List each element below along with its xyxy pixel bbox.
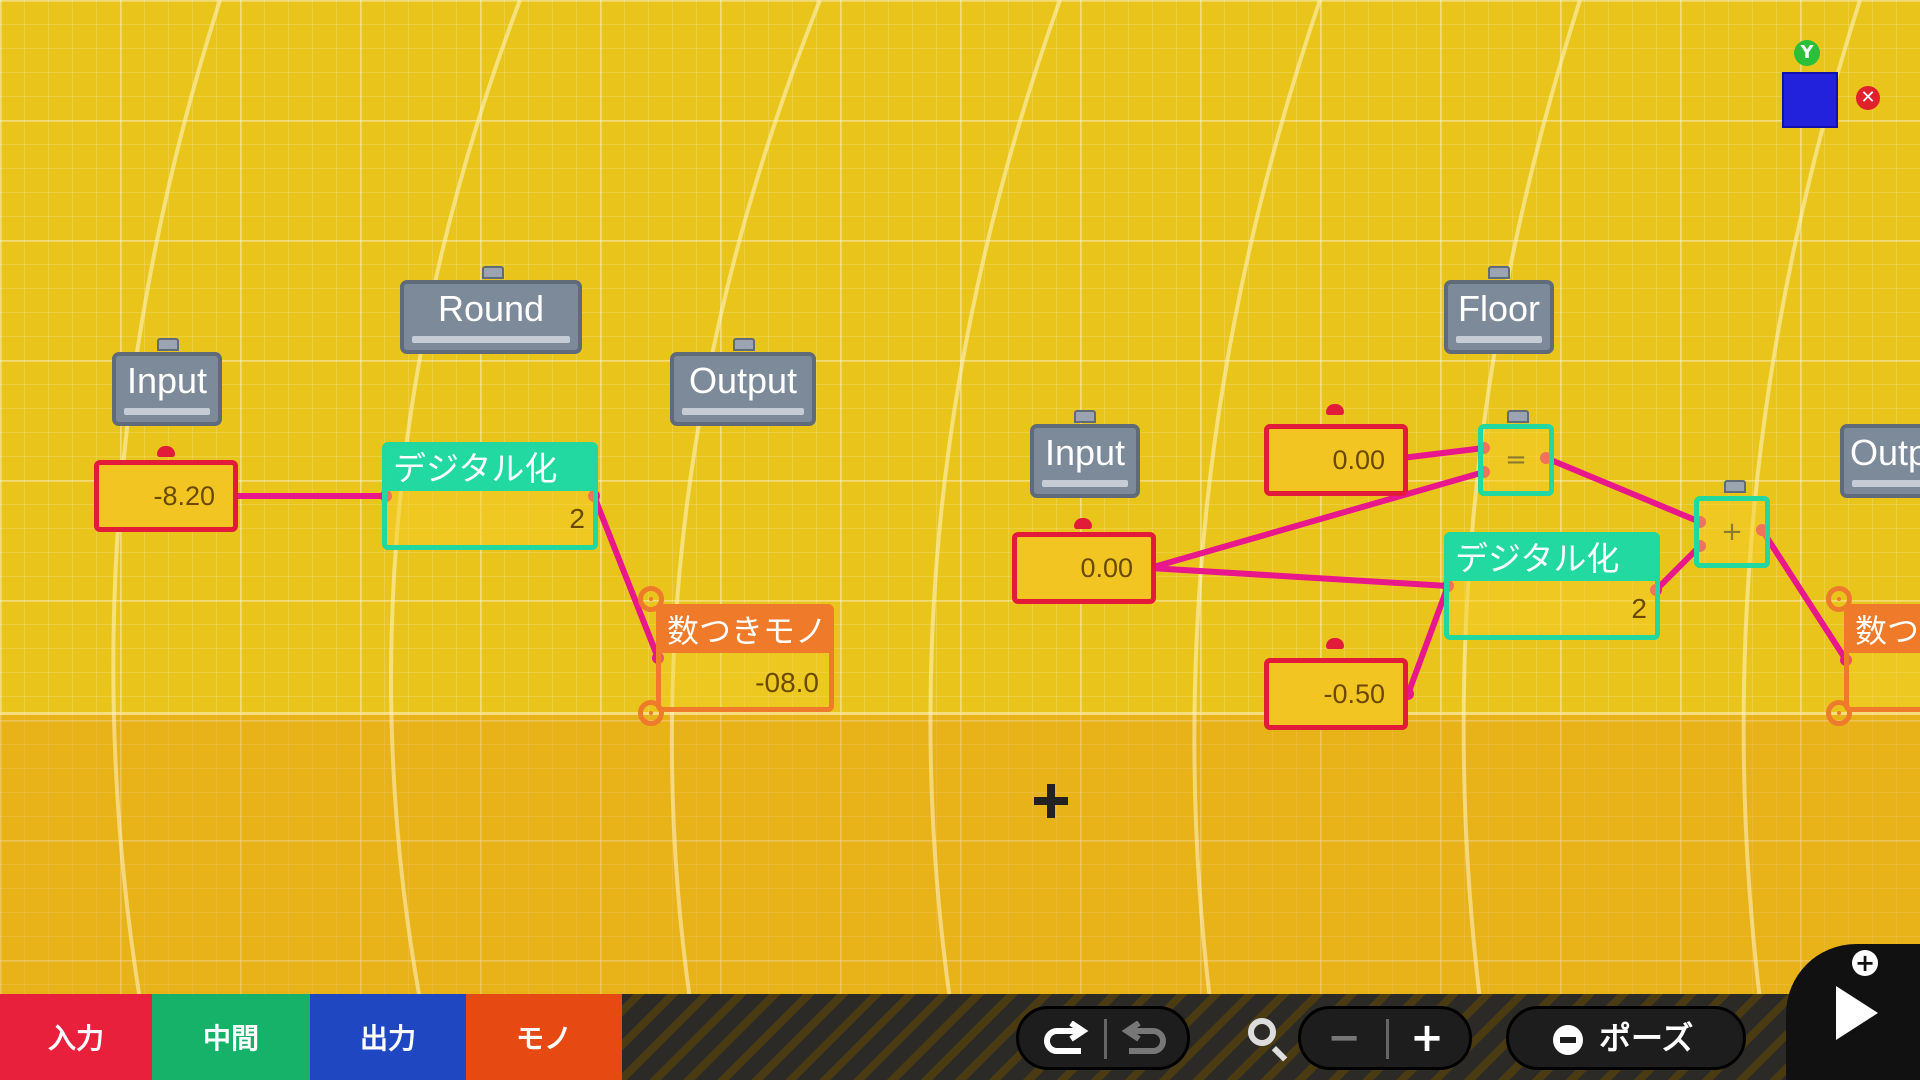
output-comment-label[interactable]: Output <box>670 352 816 426</box>
undo-redo-group <box>1016 1006 1190 1070</box>
tab-middle[interactable]: 中間 <box>152 994 310 1080</box>
tab-output[interactable]: 出力 <box>310 994 466 1080</box>
divider <box>1386 1019 1389 1059</box>
minus-circle-icon <box>1553 1025 1583 1055</box>
number-object-node-2[interactable]: 数つ <box>1844 604 1920 712</box>
constant-node-cap <box>1326 638 1344 649</box>
play-button[interactable]: + <box>1786 944 1920 1080</box>
floor-comment-label[interactable]: Floor <box>1444 280 1554 354</box>
equals-node-antenna <box>1507 410 1529 423</box>
plus-badge-icon: + <box>1852 950 1878 976</box>
zoom-in-button[interactable]: + <box>1401 1009 1453 1067</box>
input-number-node[interactable]: -8.20 <box>94 460 238 532</box>
pause-button[interactable]: ポーズ <box>1506 1006 1746 1070</box>
input-number-node-2[interactable]: 0.00 <box>1012 532 1156 604</box>
zoom-group: − + <box>1298 1006 1472 1070</box>
plus-node-antenna <box>1724 480 1746 493</box>
tab-objects[interactable]: モノ <box>466 994 622 1080</box>
round-node-antenna <box>482 266 504 279</box>
input-comment-label[interactable]: Input <box>112 352 222 426</box>
digitize-node[interactable]: デジタル化 2 <box>382 442 598 550</box>
output-comment-label-2[interactable]: Outp <box>1840 424 1920 498</box>
crosshair-cursor-icon <box>1034 784 1068 818</box>
y-axis-icon: Y <box>1794 40 1820 66</box>
digitize-node-value: 2 <box>569 503 585 534</box>
blue-cube-icon <box>1782 72 1838 128</box>
camera-axis-widget[interactable]: Y ✕ <box>1780 40 1880 140</box>
input-node-cap <box>157 446 175 457</box>
number-object-title: 数つきモノ <box>661 609 829 653</box>
play-icon <box>1836 986 1878 1040</box>
programming-canvas[interactable]: Input Round Output -8.20 デジタル化 2 数つきモノ -… <box>0 0 1920 1080</box>
tab-input[interactable]: 入力 <box>0 994 152 1080</box>
constant-zero-node[interactable]: 0.00 <box>1264 424 1408 496</box>
output-node-antenna <box>733 338 755 351</box>
digitize-node-value: 2 <box>1631 593 1647 624</box>
constant-neg-half-node[interactable]: -0.50 <box>1264 658 1408 730</box>
redo-arrow-icon[interactable] <box>1121 1021 1169 1057</box>
plus-node[interactable]: + <box>1694 496 1770 568</box>
bottom-toolbar: 入力 中間 出力 モノ − + ポーズ <box>0 994 1920 1080</box>
undo-arrow-icon[interactable] <box>1041 1021 1089 1057</box>
digitize-node-title: デジタル化 <box>387 447 593 491</box>
input-comment-label-2[interactable]: Input <box>1030 424 1140 498</box>
number-object-value: -08.0 <box>755 667 819 698</box>
digitize-node-title: デジタル化 <box>1449 537 1655 581</box>
input-node-antenna <box>157 338 179 351</box>
digitize-node-2[interactable]: デジタル化 2 <box>1444 532 1660 640</box>
number-object-node[interactable]: 数つきモノ -08.0 <box>656 604 834 712</box>
round-comment-label[interactable]: Round <box>400 280 582 354</box>
search-icon <box>1248 1018 1276 1046</box>
input-node-cap <box>1074 518 1092 529</box>
close-icon[interactable]: ✕ <box>1856 86 1880 110</box>
constant-node-cap <box>1326 404 1344 415</box>
floor-node-antenna <box>1488 266 1510 279</box>
zoom-out-button[interactable]: − <box>1319 1009 1369 1067</box>
pause-label: ポーズ <box>1599 1019 1694 1057</box>
equals-node[interactable]: = <box>1478 424 1554 496</box>
number-object-title: 数つ <box>1849 609 1920 653</box>
input-node-antenna <box>1074 410 1096 423</box>
divider <box>1104 1019 1107 1059</box>
